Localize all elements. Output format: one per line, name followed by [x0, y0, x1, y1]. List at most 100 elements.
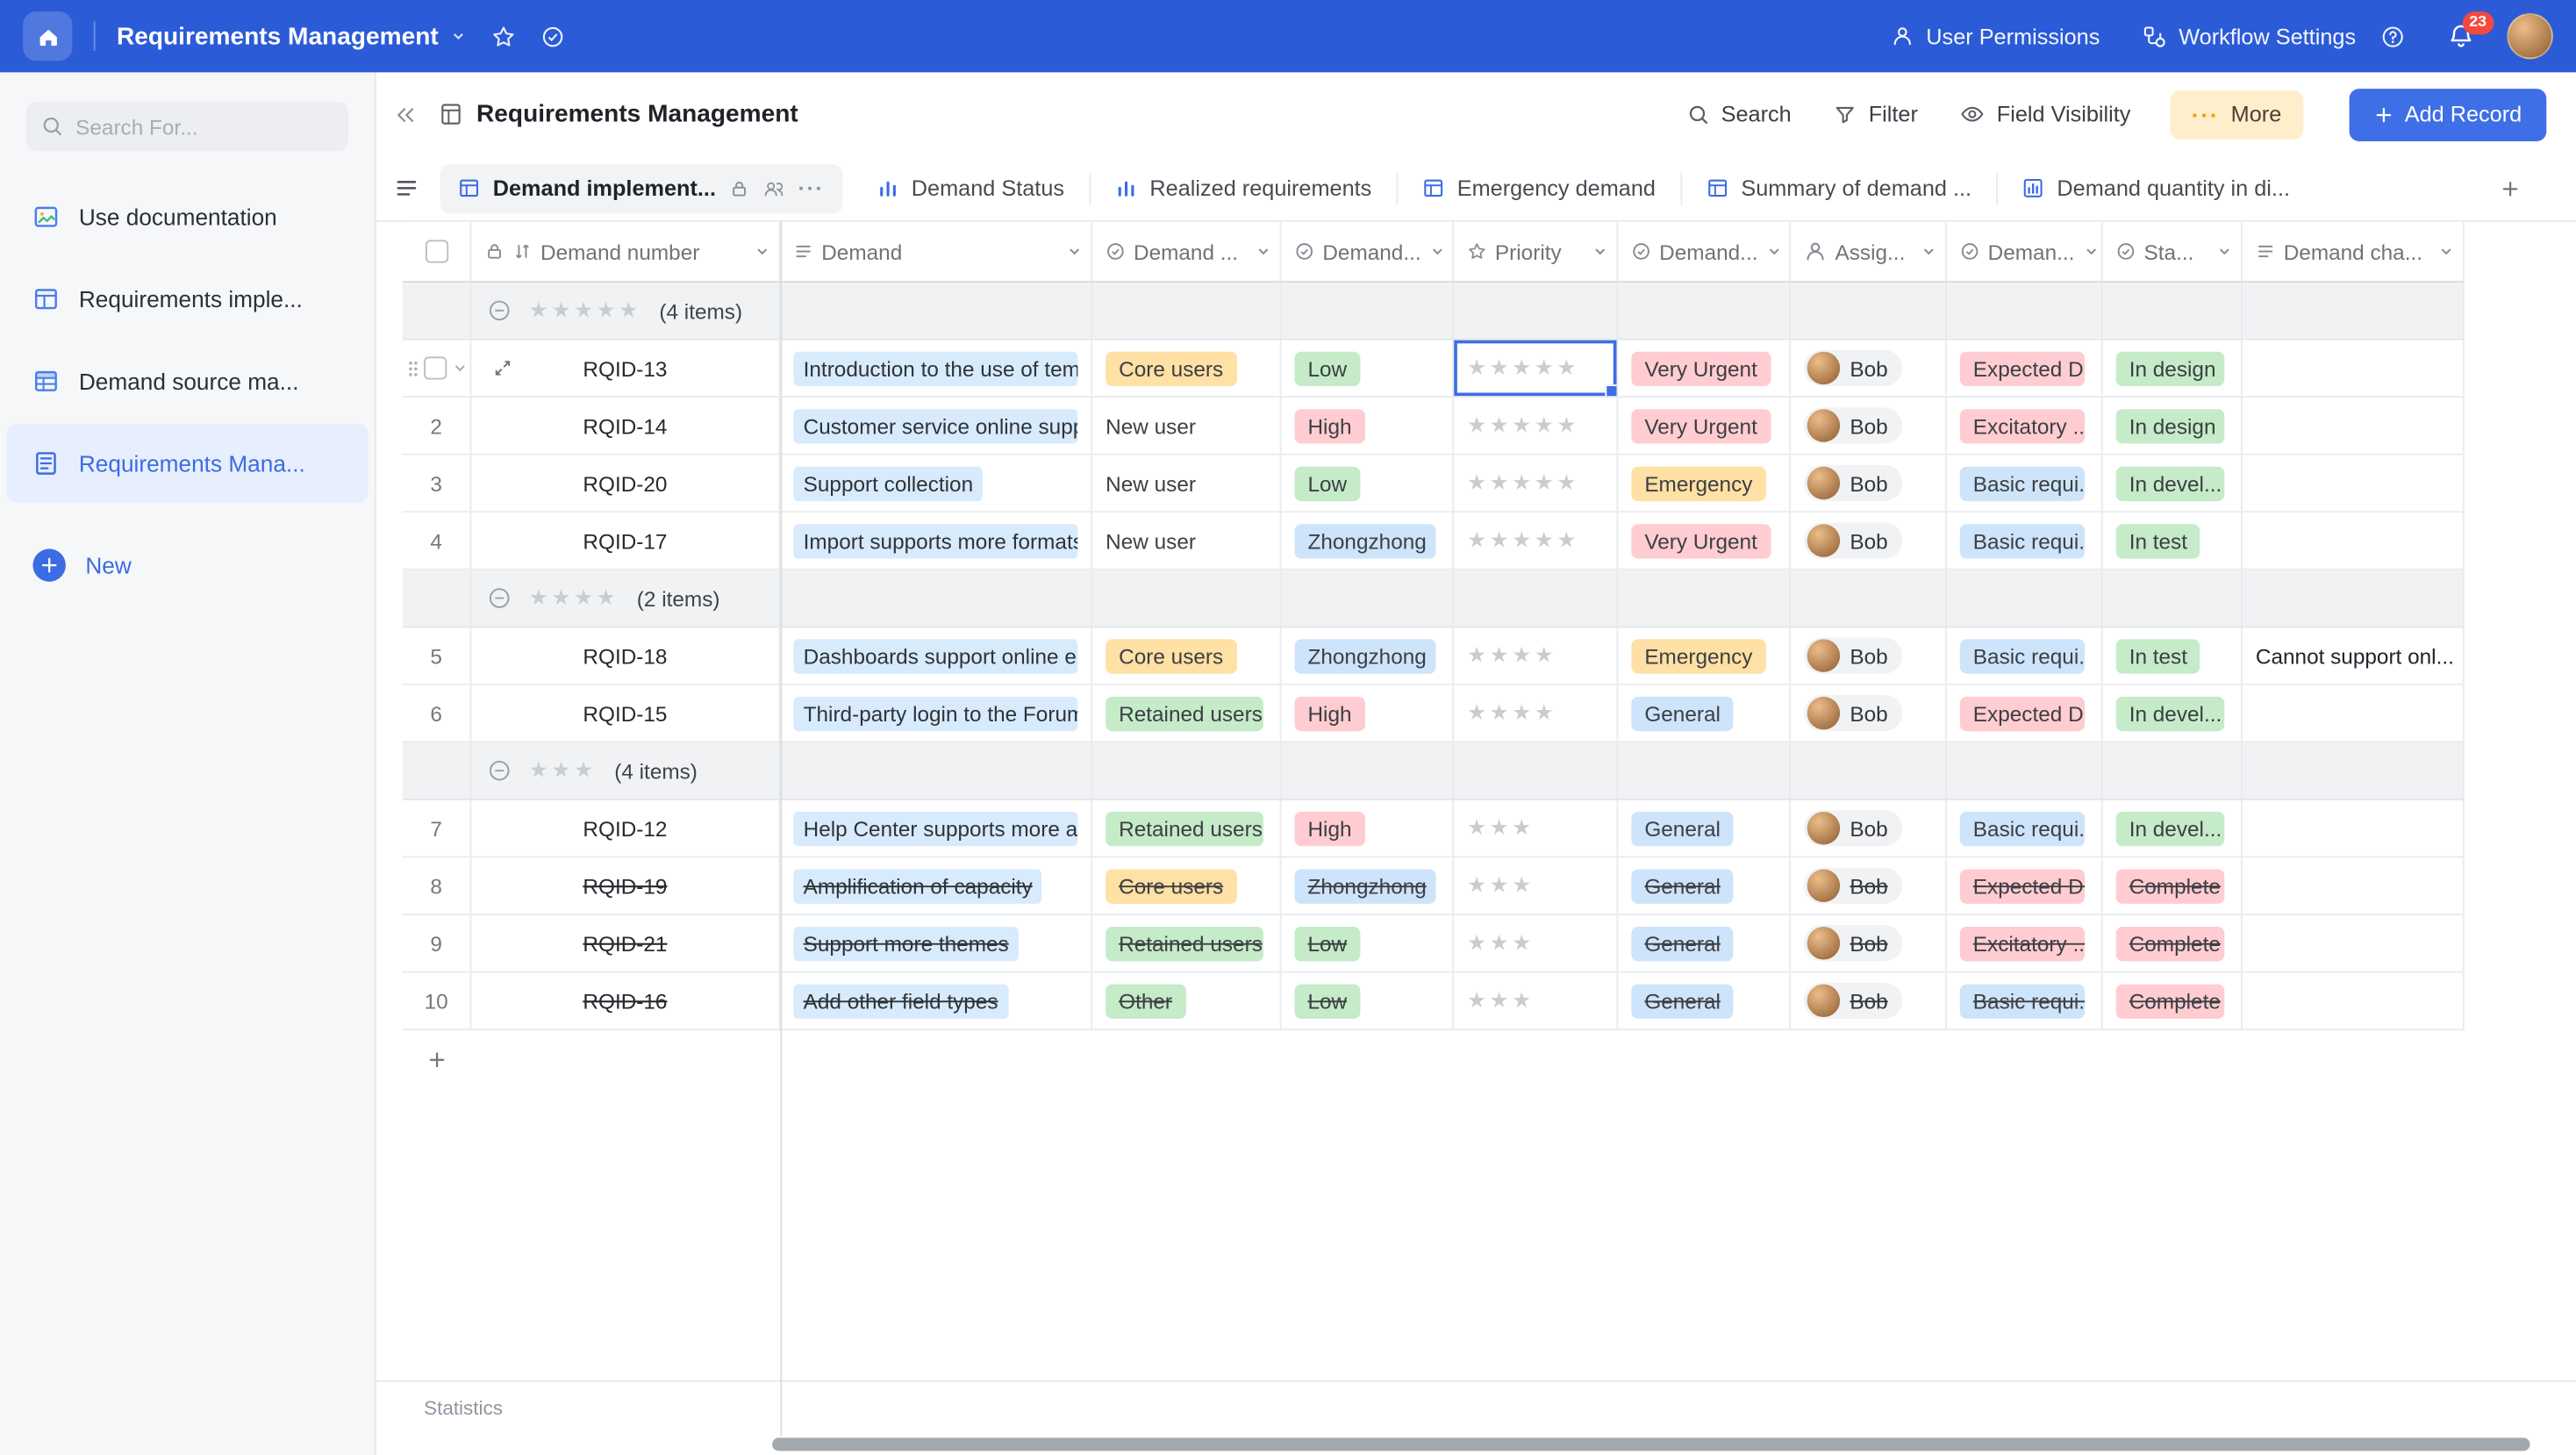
urgency-cell[interactable]: Very Urgent	[1618, 398, 1791, 454]
field-visibility-button[interactable]: Field Visibility	[1961, 102, 2131, 126]
priority-cell[interactable]: ★★★★	[1454, 685, 1618, 742]
status-cell[interactable]: In test	[2103, 627, 2243, 684]
add-record-button[interactable]: Add Record	[2349, 88, 2546, 140]
row-select-cell[interactable]: 9	[403, 915, 472, 971]
rating-stars[interactable]: ★★★★★	[1467, 412, 1579, 439]
urgency-cell[interactable]: Very Urgent	[1618, 340, 1791, 397]
user-type-cell[interactable]: Retained users	[1092, 915, 1281, 971]
select-all-checkbox[interactable]	[425, 240, 447, 262]
demand-number-cell[interactable]: RQID-18	[471, 627, 780, 684]
rating-stars[interactable]: ★★★★	[1467, 642, 1556, 669]
demand-number-cell[interactable]: RQID-21	[471, 915, 780, 971]
row-select-cell[interactable]: 10	[403, 972, 472, 1029]
urgency-cell[interactable]: General	[1618, 972, 1791, 1029]
favorite-star-icon[interactable]	[491, 24, 516, 48]
user-type-cell[interactable]: New user	[1092, 455, 1281, 512]
row-select-cell[interactable]: 8	[403, 857, 472, 914]
rating-stars[interactable]: ★★★	[1467, 987, 1535, 1014]
demand-cell[interactable]: Help Center supports more ar	[780, 800, 1092, 857]
demand-level-cell[interactable]: High	[1282, 800, 1455, 857]
user-type-cell[interactable]: Core users	[1092, 857, 1281, 914]
row-select-cell[interactable]: 5	[403, 627, 472, 684]
sidebar-item[interactable]: Use documentation	[6, 177, 368, 256]
demand-number-cell[interactable]: RQID-13	[471, 340, 780, 397]
demand-number-cell[interactable]: RQID-16	[471, 972, 780, 1029]
demand-channel-cell[interactable]	[2243, 340, 2465, 397]
priority-cell[interactable]: ★★★★★	[1454, 455, 1618, 512]
user-avatar[interactable]	[2507, 13, 2552, 59]
column-header[interactable]: Deman...	[1947, 222, 2103, 281]
classification-cell[interactable]: Excitatory ...	[1947, 398, 2103, 454]
status-cell[interactable]: In devel...	[2103, 685, 2243, 742]
demand-level-cell[interactable]: High	[1282, 398, 1455, 454]
demand-channel-cell[interactable]	[2243, 857, 2465, 914]
row-select-cell[interactable]: 6	[403, 685, 472, 742]
notifications-button[interactable]: 23	[2448, 23, 2474, 49]
row-checkbox[interactable]	[423, 356, 446, 379]
column-header[interactable]	[403, 222, 472, 281]
demand-cell[interactable]: Amplification of capacity	[780, 857, 1092, 914]
row-select-cell[interactable]: 4	[403, 512, 472, 569]
home-button[interactable]	[23, 11, 72, 61]
rating-stars[interactable]: ★★★	[1467, 872, 1535, 899]
assignee-cell[interactable]: Bob	[1791, 455, 1947, 512]
view-tab[interactable]: Emergency demand	[1396, 172, 1680, 204]
demand-level-cell[interactable]: High	[1282, 685, 1455, 742]
status-cell[interactable]: Complete	[2103, 857, 2243, 914]
status-cell[interactable]: In test	[2103, 512, 2243, 569]
row-menu-caret-icon[interactable]	[451, 360, 468, 376]
classification-cell[interactable]: Expected D...	[1947, 685, 2103, 742]
priority-cell[interactable]: ★★★	[1454, 915, 1618, 971]
user-type-cell[interactable]: New user	[1092, 398, 1281, 454]
view-tab[interactable]: Realized requirements	[1089, 172, 1396, 204]
classification-cell[interactable]: Basic requi...	[1947, 455, 2103, 512]
row-select-cell[interactable]: 3	[403, 455, 472, 512]
badge-icon[interactable]	[540, 24, 565, 48]
rating-stars[interactable]: ★★★★★	[1467, 527, 1579, 554]
column-menu-caret-icon[interactable]	[1066, 243, 1083, 260]
user-type-cell[interactable]: Core users	[1092, 340, 1281, 397]
view-tab[interactable]: Summary of demand ...	[1680, 172, 1996, 204]
view-tab[interactable]: Demand quantity in di...	[1996, 172, 2315, 204]
demand-channel-cell[interactable]	[2243, 915, 2465, 971]
assignee-cell[interactable]: Bob	[1791, 972, 1947, 1029]
classification-cell[interactable]: Basic requi...	[1947, 627, 2103, 684]
rating-stars[interactable]: ★★★★★	[1467, 470, 1579, 497]
classification-cell[interactable]: Excitatory ...	[1947, 915, 2103, 971]
priority-cell[interactable]: ★★★★★	[1454, 398, 1618, 454]
urgency-cell[interactable]: General	[1618, 857, 1791, 914]
user-type-cell[interactable]: Retained users	[1092, 685, 1281, 742]
collapse-group-icon[interactable]	[488, 759, 511, 782]
urgency-cell[interactable]: Emergency	[1618, 455, 1791, 512]
sidebar-item[interactable]: Requirements Mana...	[6, 424, 368, 503]
classification-cell[interactable]: Expected D...	[1947, 340, 2103, 397]
user-permissions-button[interactable]: User Permissions	[1892, 24, 2100, 48]
demand-cell[interactable]: Dashboards support online e	[780, 627, 1092, 684]
sidebar-search-input[interactable]	[75, 114, 322, 139]
expand-record-icon[interactable]	[493, 358, 512, 377]
filter-button[interactable]: Filter	[1834, 102, 1917, 126]
demand-number-cell[interactable]: RQID-17	[471, 512, 780, 569]
column-menu-caret-icon[interactable]	[754, 243, 770, 260]
status-cell[interactable]: Complete	[2103, 972, 2243, 1029]
priority-cell[interactable]: ★★★★★	[1454, 340, 1618, 397]
status-cell[interactable]: In design	[2103, 398, 2243, 454]
urgency-cell[interactable]: Emergency	[1618, 627, 1791, 684]
sidebar-item[interactable]: Demand source ma...	[6, 341, 368, 420]
demand-number-cell[interactable]: RQID-15	[471, 685, 780, 742]
user-type-cell[interactable]: Retained users	[1092, 800, 1281, 857]
assignee-cell[interactable]: Bob	[1791, 340, 1947, 397]
demand-level-cell[interactable]: Low	[1282, 340, 1455, 397]
user-type-cell[interactable]: Other	[1092, 972, 1281, 1029]
column-menu-caret-icon[interactable]	[2216, 243, 2233, 260]
rating-stars[interactable]: ★★★	[1467, 930, 1535, 957]
column-menu-caret-icon[interactable]	[2083, 243, 2100, 260]
column-header[interactable]: Demand...	[1282, 222, 1455, 281]
demand-channel-cell[interactable]: Cannot support onl...	[2243, 627, 2465, 684]
column-header[interactable]: Demand...	[1618, 222, 1791, 281]
collaborators-icon[interactable]	[762, 178, 784, 197]
demand-channel-cell[interactable]	[2243, 800, 2465, 857]
horizontal-scrollbar[interactable]	[772, 1437, 2530, 1451]
column-menu-caret-icon[interactable]	[2438, 243, 2455, 260]
demand-channel-cell[interactable]	[2243, 972, 2465, 1029]
